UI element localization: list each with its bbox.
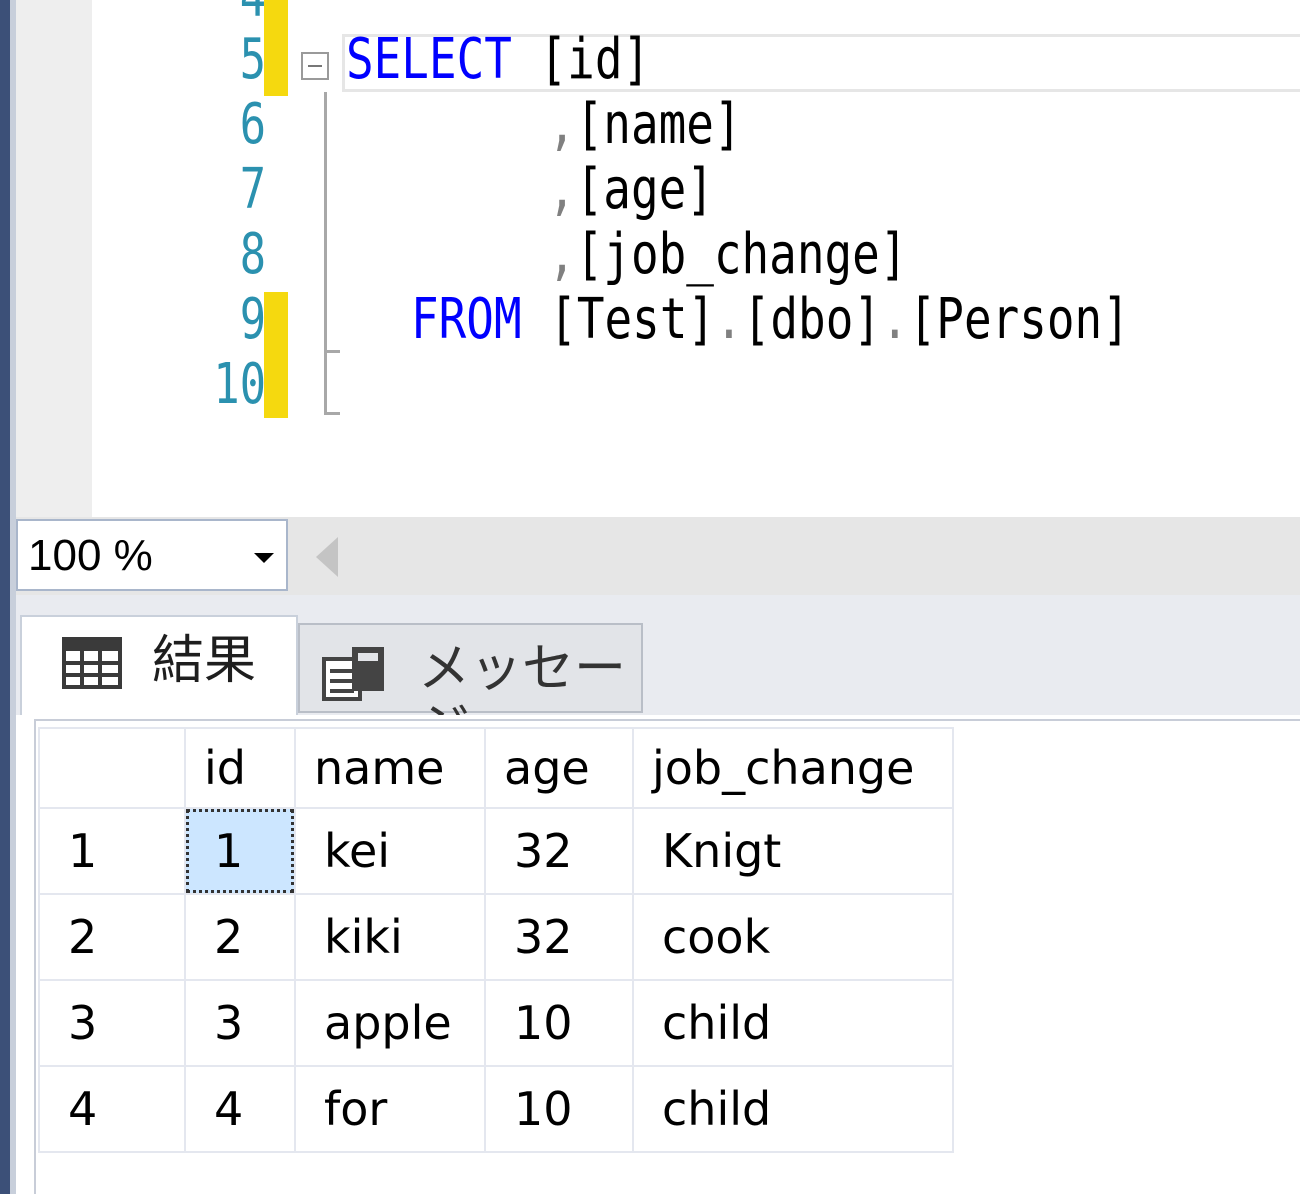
code-line[interactable]: FROM [Test].[dbo].[Person] [411,292,1130,348]
column-id: [id] [511,27,651,92]
dot: . [715,287,743,352]
column-header-id[interactable]: id [184,727,296,809]
zoom-bar: 100 % [16,517,1300,595]
line-number: 4 [188,0,266,26]
table-database: [Test] [521,287,716,352]
fold-guide-tick [324,350,340,353]
row-number[interactable]: 1 [38,807,186,895]
table-cell[interactable]: 1 [184,807,296,895]
fold-guide [324,92,327,414]
comma: , [548,222,576,287]
code-line[interactable]: ,[age] [548,162,714,218]
table-cell[interactable]: 2 [184,893,296,981]
row-number[interactable]: 4 [38,1065,186,1153]
table-cell[interactable]: Knigt [632,807,954,895]
column-header-job-change[interactable]: job_change [632,727,954,809]
grid-icon [62,637,122,689]
comma: , [548,157,576,222]
results-grid[interactable]: id name age job_change 1 1 kei 32 Knigt … [38,727,954,1153]
results-tab-strip: 結果 メッセージ [16,595,1300,759]
column-age: [age] [575,157,714,222]
line-number: 10 [213,352,266,417]
table-cell[interactable]: 10 [484,1065,634,1153]
row-number[interactable]: 2 [38,893,186,981]
code-line[interactable]: SELECT [id] [346,32,650,88]
keyword-from: FROM [411,287,522,352]
column-name: [name] [575,92,742,157]
table-cell[interactable]: child [632,1065,954,1153]
line-number: 9 [239,287,266,352]
document-icon [322,647,384,701]
tab-messages[interactable]: メッセージ [298,623,643,759]
editor-margin [16,0,92,517]
table-cell[interactable]: cook [632,893,954,981]
change-marker [264,0,288,96]
table-name: [Person] [908,287,1130,352]
table-cell[interactable]: for [294,1065,486,1153]
zoom-value: 100 % [28,531,153,580]
code-line[interactable]: ,[job_change] [548,227,907,283]
table-schema: [dbo] [742,287,882,352]
table-cell[interactable]: 3 [184,979,296,1067]
table-row: 1 1 kei 32 Knigt [38,807,954,895]
line-number: 6 [239,92,266,157]
table-cell[interactable]: child [632,979,954,1067]
row-number[interactable]: 3 [38,979,186,1067]
table-cell[interactable]: 4 [184,1065,296,1153]
table-row: 3 3 apple 10 child [38,979,954,1067]
collapse-icon[interactable] [301,52,329,80]
zoom-dropdown[interactable]: 100 % [16,519,288,591]
keyword-select: SELECT [346,27,512,92]
query-editor[interactable]: 4 5 6 7 8 9 10 SELECT [id] ,[name] ,[age… [16,0,1300,517]
table-cell[interactable]: 32 [484,807,634,895]
table-row: 2 2 kiki 32 cook [38,893,954,981]
column-header-age[interactable]: age [484,727,634,809]
tab-results-label: 結果 [152,631,257,691]
window-frame [0,0,10,1194]
arrow-left-icon[interactable] [316,537,338,577]
code-line[interactable]: ,[name] [548,97,742,153]
table-cell[interactable]: apple [294,979,486,1067]
table-cell[interactable]: kiki [294,893,486,981]
dot: . [881,287,909,352]
results-pane: id name age job_change 1 1 kei 32 Knigt … [16,715,1300,1194]
line-number: 7 [239,157,266,222]
table-cell[interactable]: 32 [484,893,634,981]
chevron-down-icon[interactable] [254,553,274,563]
column-header-name[interactable]: name [294,727,486,809]
grid-corner[interactable] [38,727,186,809]
header-row: id name age job_change [38,727,954,809]
table-cell[interactable]: kei [294,807,486,895]
line-number: 5 [239,27,266,92]
table-row: 4 4 for 10 child [38,1065,954,1153]
line-number: 8 [239,222,266,287]
column-job-change: [job_change] [575,222,908,287]
fold-guide-end [324,412,340,415]
comma: , [548,92,576,157]
change-marker [264,292,288,418]
tab-results[interactable]: 結果 [20,615,298,715]
table-cell[interactable]: 10 [484,979,634,1067]
